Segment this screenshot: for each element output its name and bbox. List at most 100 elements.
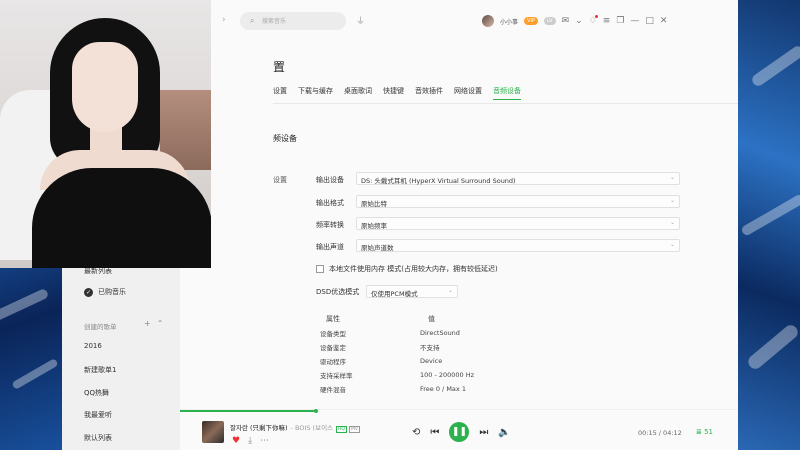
settings-panel: › ⌕ 搜索音乐 ⏚ 小小事 VIP LV ✉ ⌄ ♢ ≡ ❐ — □ ✕ 置 [180,0,738,450]
tab-network[interactable]: 网络设置 [454,86,482,100]
playback-time: 00:15 / 04:12 [638,429,682,437]
username[interactable]: 小小事 [500,17,518,26]
sample-rate-conversion-select[interactable]: 原始频率 ⌄ [356,217,680,230]
webcam-person-face [72,42,138,132]
tab-hotkeys[interactable]: 快捷键 [383,86,404,100]
playlist-button[interactable]: ≣ 51 [696,428,713,436]
table-cell: 设备类型 [320,330,346,338]
microphone-icon[interactable]: ⏚ [356,14,365,27]
sidebar-item-playlist[interactable]: QQ热舞 [84,388,109,398]
sidebar-item-label: 2016 [84,342,102,350]
tab-download-cache[interactable]: 下载与缓存 [298,86,333,100]
section-title: 频设备 [273,134,297,143]
download-icon[interactable]: ⤓ [248,436,252,446]
output-channels-select[interactable]: 原始声道数 ⌄ [356,239,680,252]
track-info[interactable]: 잘자란 (只剩下你嘛) - BOIS (보이스 HQ MV [230,422,360,433]
column-header-value: 值 [428,315,435,323]
maximize-icon[interactable]: □ [645,16,654,26]
dsd-mode-label: DSD优选模式 [316,288,360,296]
sidebar-item-playlist[interactable]: 新建歌单1 [84,365,116,375]
level-badge[interactable]: LV [543,17,556,25]
table-cell: DirectSound [420,329,460,337]
menu-icon[interactable]: ≡ [603,16,611,26]
table-row: 硬件混音 Free 0 / Max 1 [320,382,560,396]
next-track-icon[interactable]: ⏭ [479,427,488,438]
loop-mode-icon[interactable]: ⟲ [412,427,420,438]
playlist-count: 51 [704,428,714,436]
vip-badge[interactable]: VIP [524,17,538,25]
mini-mode-icon[interactable]: ❐ [616,16,624,26]
quality-badge[interactable]: HQ [336,426,347,433]
search-input[interactable]: ⌕ 搜索音乐 [240,12,346,30]
select-value: 原始声道数 [361,244,394,252]
table-row: 驱动程序 Device [320,354,560,368]
sidebar-item-label: 新建歌单1 [84,366,117,374]
chevron-down-icon: ⌄ [669,241,675,248]
table-cell: Free 0 / Max 1 [420,385,466,393]
sidebar-item-playlist[interactable]: 2016 [84,342,102,350]
track-artist[interactable]: - BOIS (보이스 [291,424,333,432]
close-icon[interactable]: ✕ [660,16,668,26]
table-cell: 设备鉴定 [320,344,346,352]
device-info-table: 属性 值 设备类型 DirectSound 设备鉴定 不支持 驱动程序 Devi… [320,312,560,396]
tab-desktop-lyrics[interactable]: 桌面歌词 [344,86,372,100]
tab-general[interactable]: 设置 [273,86,287,100]
output-device-select[interactable]: DS: 头戴式耳机 (HyperX Virtual Surround Sound… [356,172,680,185]
checkbox-label: 本地文件使用内存 模式(占用较大内存，拥有较低延迟) [329,265,498,273]
exclusive-mode-checkbox[interactable] [316,265,324,273]
chevron-down-icon: ⌄ [669,197,675,204]
sidebar-item-playlist[interactable]: 默认列表 [84,433,112,443]
settings-tabs: 设置 下载与缓存 桌面歌词 快捷键 音效插件 网络设置 音频设备 [273,86,521,100]
volume-icon[interactable]: 🔈 [498,427,510,438]
table-row: 设备类型 DirectSound [320,326,560,340]
top-bar: › ⌕ 搜索音乐 ⏚ 小小事 VIP LV ✉ ⌄ ♢ ≡ ❐ — □ ✕ [180,0,738,42]
minimize-icon[interactable]: — [630,16,639,26]
table-cell: 100 - 200000 Hz [420,371,475,379]
output-format-label: 输出格式 [316,199,344,207]
output-channels-label: 输出声道 [316,243,344,251]
check-circle-icon: ✓ [84,287,93,297]
table-header: 属性 值 [320,312,560,326]
pause-button[interactable]: ❚❚ [449,422,470,442]
sidebar-item-playlist[interactable]: 我最爱听 [84,410,112,420]
output-format-select[interactable]: 原始比特 ⌄ [356,195,680,208]
tab-audio-device[interactable]: 音频设备 [493,86,521,100]
select-value: 原始频率 [361,222,387,230]
track-actions: ♥ ⤓ ⋯ [232,436,269,446]
column-header-property: 属性 [326,315,340,323]
table-cell: 驱动程序 [320,358,346,366]
sample-rate-conversion-label: 频率转换 [316,221,344,229]
chevron-down-icon: ⌄ [669,174,675,181]
output-device-label: 输出设备 [316,176,344,184]
search-icon: ⌕ [250,16,255,25]
player-bar: 잘자란 (只剩下你嘛) - BOIS (보이스 HQ MV ♥ ⤓ ⋯ ⟲ ⏮ ❚❚ … [180,409,738,450]
dsd-mode-select[interactable]: 仅使用PCM模式 ⌄ [366,285,458,298]
table-cell: 硬件混音 [320,386,346,394]
mv-badge[interactable]: MV [348,426,360,433]
top-right-controls: 小小事 VIP LV ✉ ⌄ ♢ ≡ ❐ — □ ✕ [482,13,667,29]
playback-progress-bar[interactable] [180,410,316,412]
forward-arrow-icon[interactable]: › [222,15,226,25]
skin-icon[interactable]: ♢ [589,15,598,26]
progress-knob[interactable] [314,409,318,413]
collapse-icon[interactable]: ⌃ [157,319,164,328]
sidebar-item-label: QQ热舞 [84,389,110,397]
album-cover[interactable] [202,421,224,443]
search-placeholder: 搜索音乐 [262,18,287,25]
avatar[interactable] [482,15,494,27]
select-value: 原始比特 [361,200,387,208]
track-title[interactable]: 잘자란 (只剩下你嘛) [230,424,288,432]
heart-icon[interactable]: ♥ [232,436,240,446]
more-icon[interactable]: ⋯ [260,436,269,446]
exclusive-mode-option[interactable]: 本地文件使用内存 模式(占用较大内存，拥有较低延迟) [316,264,498,274]
playback-controls: ⟲ ⏮ ❚❚ ⏭ 🔈 [412,422,511,442]
sidebar-item-label: 已购音乐 [98,288,126,296]
sidebar-item-label: 默认列表 [84,434,112,442]
tab-effects-plugins[interactable]: 音效插件 [415,86,443,100]
chevron-down-icon: ⌄ [447,287,453,294]
previous-track-icon[interactable]: ⏮ [430,427,439,438]
chevron-down-icon[interactable]: ⌄ [575,16,583,26]
sidebar-item-purchased[interactable]: ✓ 已购音乐 [84,287,126,297]
mail-icon[interactable]: ✉ [562,16,570,26]
add-icon[interactable]: + [144,319,151,328]
